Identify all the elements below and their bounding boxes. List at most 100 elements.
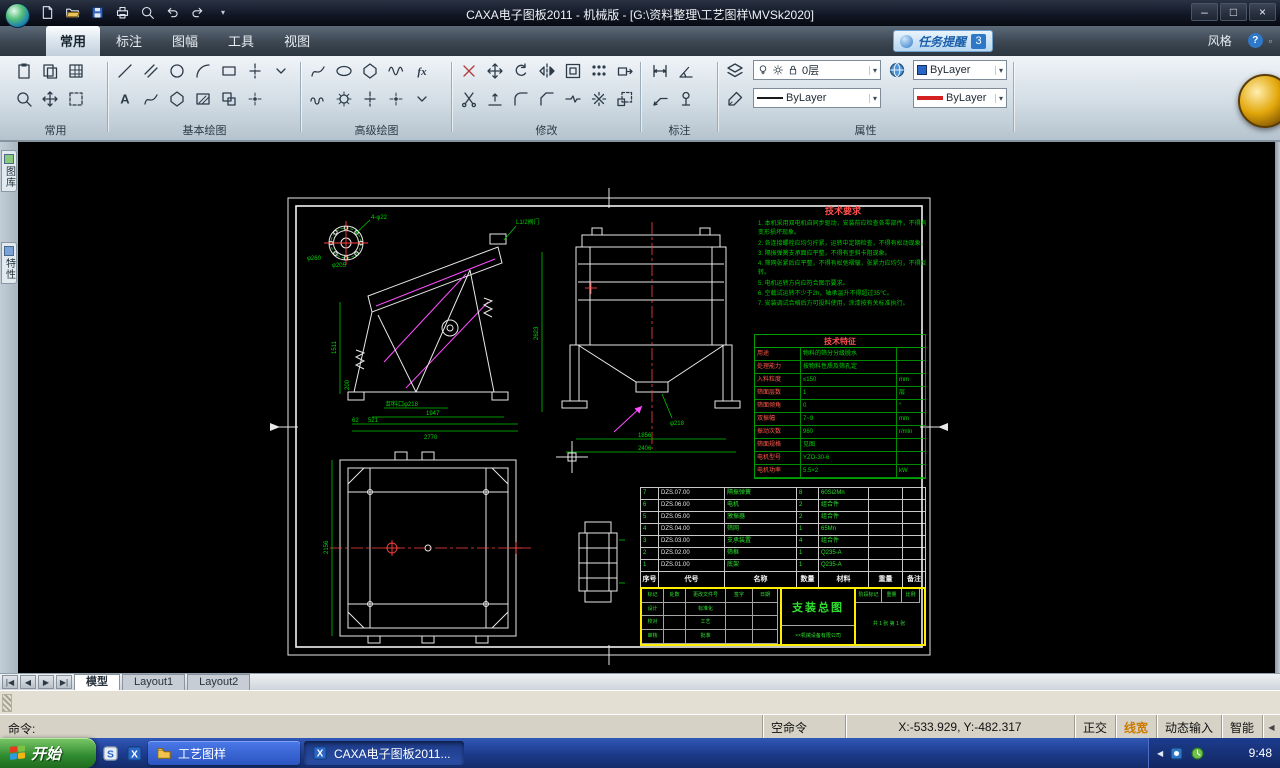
style-button[interactable]: 风格 [1208, 32, 1232, 49]
spline-icon[interactable] [139, 87, 163, 111]
chevron-down-icon[interactable]: ▾ [995, 94, 1003, 103]
offset-icon[interactable] [561, 59, 585, 83]
centerline-icon[interactable] [243, 59, 267, 83]
status-toggle[interactable]: 动态输入 [1156, 715, 1221, 739]
block-icon[interactable] [217, 87, 241, 111]
task-reminder-badge[interactable]: 任务提醒 3 [893, 30, 993, 52]
sheet-nav-arrow[interactable]: ◀ [20, 675, 36, 689]
leader-icon[interactable] [648, 87, 672, 111]
clock-icon[interactable] [1190, 746, 1205, 761]
sidebar-tab-properties[interactable]: 特性 [1, 242, 17, 284]
sheet-nav-arrow[interactable]: ▶ [38, 675, 54, 689]
folder-icon[interactable]: 工艺图样 [148, 741, 300, 765]
command-history[interactable] [0, 690, 1280, 714]
point-icon[interactable] [384, 87, 408, 111]
coil-icon[interactable] [306, 87, 330, 111]
maximize-button[interactable]: □ [1220, 3, 1247, 21]
caxa-quicklaunch-icon[interactable] [124, 743, 144, 763]
sheet-tab[interactable]: 模型 [74, 674, 120, 690]
rotate-icon[interactable] [509, 59, 533, 83]
hatch-icon[interactable] [191, 87, 215, 111]
tray-app-icon[interactable] [1169, 746, 1184, 761]
datum-icon[interactable] [674, 87, 698, 111]
wave-icon[interactable] [384, 59, 408, 83]
match-properties-icon[interactable] [723, 87, 747, 111]
layer-select[interactable]: 0层 ▾ [753, 60, 881, 80]
copy-icon[interactable] [38, 59, 62, 83]
ribbon-tab[interactable]: 视图 [270, 26, 324, 56]
close-button[interactable]: × [1249, 3, 1276, 21]
layer-icon[interactable] [723, 59, 747, 83]
chevron-down-icon[interactable]: ▾ [869, 94, 877, 103]
new-icon[interactable] [36, 2, 58, 22]
extend-icon[interactable] [483, 87, 507, 111]
break-icon[interactable] [561, 87, 585, 111]
lineweight-select[interactable]: ByLayer ▾ [913, 88, 1007, 108]
ribbon-tab[interactable]: 常用 [46, 26, 100, 56]
globe-icon[interactable] [885, 58, 909, 82]
status-toggle[interactable]: 正交 [1074, 715, 1115, 739]
sheet-tab[interactable]: Layout1 [122, 674, 185, 690]
polygon-icon[interactable] [165, 87, 189, 111]
point-icon[interactable] [243, 87, 267, 111]
text-icon[interactable] [113, 87, 137, 111]
redo-icon[interactable] [186, 2, 208, 22]
mirror-icon[interactable] [535, 59, 559, 83]
sheet-nav-arrow[interactable]: |◀ [2, 675, 18, 689]
sheet-nav-arrow[interactable]: ▶| [56, 675, 72, 689]
qat-customize-icon[interactable]: ▾ [218, 8, 228, 17]
start-button[interactable]: 开始 [0, 738, 96, 768]
array-icon[interactable] [587, 59, 611, 83]
color-select[interactable]: ByLayer ▾ [913, 60, 1007, 80]
caxa-icon[interactable]: CAXA电子图板2011... [304, 741, 464, 765]
ribbon-tab[interactable]: 工具 [214, 26, 268, 56]
trim-icon[interactable] [457, 87, 481, 111]
vertical-scrollbar[interactable] [1275, 142, 1280, 673]
dim-icon[interactable] [648, 59, 672, 83]
title-block[interactable]: 标记处数更改文件号签字日期设计标准化校对工艺审核批准 支装总图 ××机械设备有限… [640, 587, 926, 646]
ribbon-tab[interactable]: 图幅 [158, 26, 212, 56]
gear-icon[interactable] [332, 87, 356, 111]
formula-icon[interactable] [410, 59, 434, 83]
polygon-icon[interactable] [358, 59, 382, 83]
chamfer-icon[interactable] [535, 87, 559, 111]
grid-icon[interactable] [64, 59, 88, 83]
command-prompt[interactable]: 命令: [8, 720, 35, 737]
pan-icon[interactable] [38, 87, 62, 111]
explode-icon[interactable] [587, 87, 611, 111]
circle-icon[interactable] [165, 59, 189, 83]
more-icon[interactable] [269, 59, 293, 83]
sidebar-tab-library[interactable]: 图库 [1, 150, 17, 192]
line-icon[interactable] [113, 59, 137, 83]
input-method-icon[interactable] [100, 743, 120, 763]
scale-icon[interactable] [613, 87, 637, 111]
zoom-icon[interactable] [136, 2, 158, 22]
taskbar-clock[interactable]: 9:48 [1249, 746, 1272, 760]
status-toggle[interactable]: 智能 [1221, 715, 1262, 739]
ribbon-pin-icon[interactable]: ▫ [1269, 36, 1272, 46]
zoom-icon[interactable] [12, 87, 36, 111]
move-icon[interactable] [483, 59, 507, 83]
linetype-select[interactable]: ByLayer ▾ [753, 88, 881, 108]
chevron-down-icon[interactable]: ▾ [995, 66, 1003, 75]
spline-icon[interactable] [306, 59, 330, 83]
fillet-icon[interactable] [509, 87, 533, 111]
rect-icon[interactable] [217, 59, 241, 83]
paste-icon[interactable] [12, 59, 36, 83]
style-dropdown-icon[interactable]: ▾ [1238, 36, 1242, 45]
select-icon[interactable] [64, 87, 88, 111]
parallel-icon[interactable] [139, 59, 163, 83]
chevron-down-icon[interactable]: ▾ [869, 66, 877, 75]
centerline-icon[interactable] [358, 87, 382, 111]
stretch-icon[interactable] [613, 59, 637, 83]
undo-icon[interactable] [161, 2, 183, 22]
panel-grip-handle[interactable] [2, 694, 12, 712]
ribbon-tab[interactable]: 标注 [102, 26, 156, 56]
sheet-tab[interactable]: Layout2 [187, 674, 250, 690]
more-icon[interactable] [410, 87, 434, 111]
status-toggle[interactable]: 线宽 [1115, 715, 1156, 739]
help-icon[interactable]: ? [1248, 33, 1263, 48]
dimang-icon[interactable] [674, 59, 698, 83]
save-icon[interactable] [86, 2, 108, 22]
minimize-button[interactable]: – [1191, 3, 1218, 21]
